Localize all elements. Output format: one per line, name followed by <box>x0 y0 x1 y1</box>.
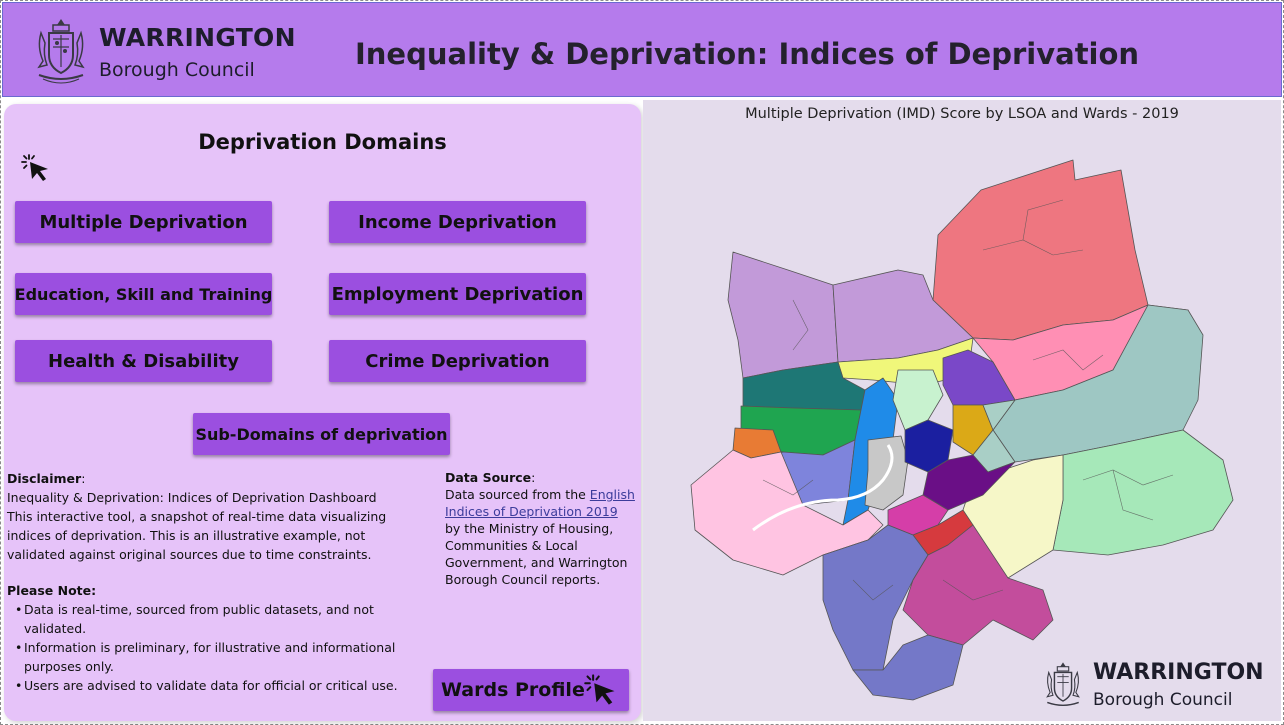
note-heading: Please Note: <box>7 583 97 598</box>
click-pointer-icon <box>584 674 615 705</box>
sub-domains-button[interactable]: Sub-Domains of deprivation <box>193 413 450 455</box>
map-brand-subtitle: Borough Council <box>1093 690 1233 710</box>
health-disability-button[interactable]: Health & Disability <box>15 340 272 382</box>
page-title: Inequality & Deprivation: Indices of Dep… <box>355 37 1140 71</box>
wards-profile-button[interactable]: Wards Profile <box>433 669 629 711</box>
click-pointer-icon <box>21 154 48 181</box>
source-prefix: Data sourced from the <box>445 487 590 502</box>
coat-of-arms-icon <box>37 19 85 84</box>
ward-region <box>727 251 839 379</box>
disclaimer-heading: Disclaimer <box>7 471 82 486</box>
wards-profile-label: Wards Profile <box>441 679 585 701</box>
deprivation-domains-panel: Deprivation Domains Multiple Deprivation… <box>4 104 641 721</box>
income-deprivation-button[interactable]: Income Deprivation <box>329 201 586 243</box>
note-list: Data is real-time, sourced from public d… <box>7 600 427 695</box>
multiple-deprivation-button[interactable]: Multiple Deprivation <box>15 201 272 243</box>
source-heading-line: Data Source: <box>445 469 635 486</box>
disclaimer-line1: Inequality & Deprivation: Indices of Dep… <box>7 490 377 505</box>
source-heading: Data Source <box>445 470 532 485</box>
disclaimer-block: Disclaimer: Inequality & Deprivation: In… <box>7 469 427 564</box>
ward-region <box>932 159 1149 341</box>
map-brand-name: WARRINGTON <box>1093 660 1264 685</box>
disclaimer-line2: This interactive tool, a snapshot of rea… <box>7 509 387 562</box>
map-panel: Multiple Deprivation (IMD) Score by LSOA… <box>643 100 1281 721</box>
brand-name: WARRINGTON <box>99 23 296 52</box>
note-item: Data is real-time, sourced from public d… <box>7 600 427 638</box>
domains-title: Deprivation Domains <box>198 130 447 154</box>
employment-deprivation-button[interactable]: Employment Deprivation <box>329 273 586 315</box>
header-bar: WARRINGTON Borough Council Inequality & … <box>2 2 1282 97</box>
coat-of-arms-icon <box>1046 662 1080 706</box>
disclaimer-colon: : <box>81 471 86 486</box>
brand-subtitle: Borough Council <box>99 59 255 81</box>
crime-deprivation-button[interactable]: Crime Deprivation <box>329 340 586 382</box>
source-suffix: by the Ministry of Housing, Communities … <box>445 521 628 587</box>
please-note-block: Please Note: Data is real-time, sourced … <box>7 581 427 695</box>
ward-region <box>892 369 944 431</box>
data-source-block: Data Source: Data sourced from the Engli… <box>445 469 635 588</box>
source-text: Data sourced from the English Indices of… <box>445 486 635 588</box>
ward-choropleth-map[interactable] <box>643 100 1281 721</box>
note-item: Users are advised to validate data for o… <box>7 676 427 695</box>
disclaimer-heading-line: Disclaimer: <box>7 469 427 488</box>
note-item: Information is preliminary, for illustra… <box>7 638 427 676</box>
education-skills-training-button[interactable]: Education, Skill and Training <box>15 273 272 315</box>
map-title: Multiple Deprivation (IMD) Score by LSOA… <box>745 106 1179 122</box>
source-colon: : <box>531 470 536 485</box>
